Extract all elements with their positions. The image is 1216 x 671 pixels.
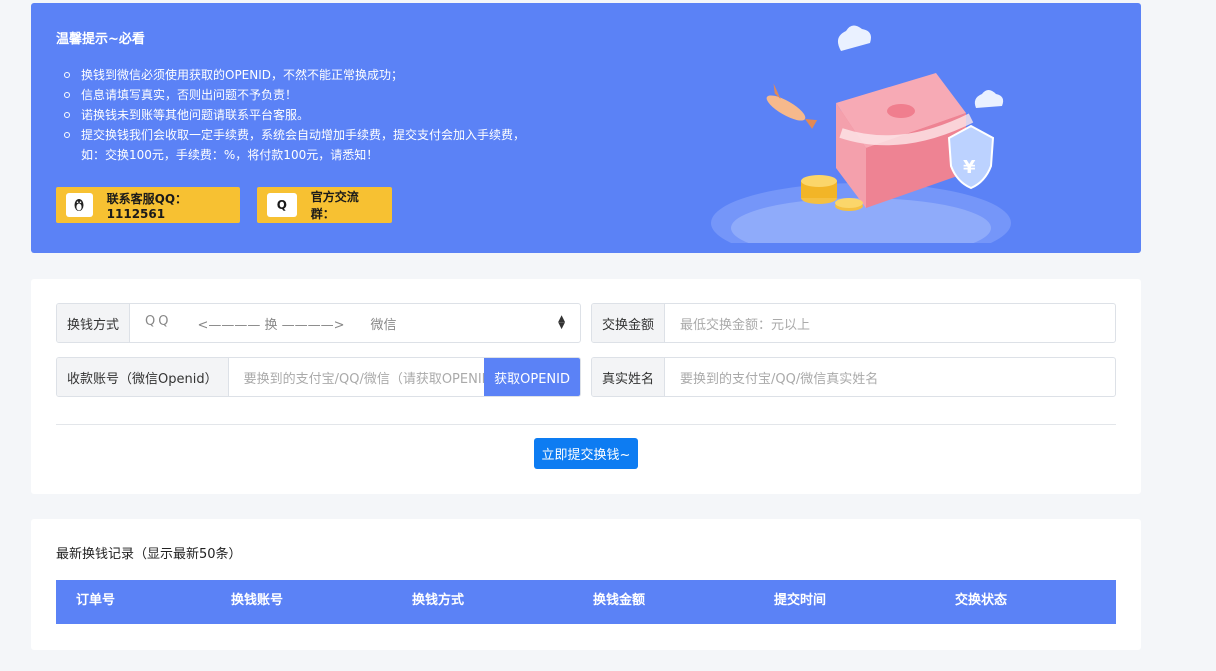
name-input[interactable]: 要换到的支付宝/QQ/微信真实姓名 xyxy=(665,358,1115,396)
records-title: 最新换钱记录（显示最新50条） xyxy=(56,547,242,562)
svg-text:¥: ¥ xyxy=(963,157,976,178)
column-header: 换钱账号 xyxy=(231,593,284,608)
account-field[interactable]: 收款账号（微信Openid） 要换到的支付宝/QQ/微信（请获取OPENID） … xyxy=(56,357,581,397)
group-icon: Q xyxy=(267,193,297,217)
notice-item-continued: 如：交换100元，手续费：%，将付款100元，请悉知！ xyxy=(81,148,379,162)
column-header: 订单号 xyxy=(76,593,116,608)
group-button[interactable]: Q 官方交流群： xyxy=(257,187,392,223)
notice-item: 诺换钱未到账等其他问题请联系平台客服。 xyxy=(56,105,596,125)
get-openid-button[interactable]: 获取OPENID xyxy=(484,358,580,396)
column-header: 交换状态 xyxy=(955,593,1008,608)
column-header: 提交时间 xyxy=(774,593,827,608)
money-illustration: ¥ xyxy=(711,25,1011,243)
account-input[interactable]: 要换到的支付宝/QQ/微信（请获取OPENID） xyxy=(229,358,485,396)
method-to: 微信 xyxy=(370,317,397,333)
notice-title: 温馨提示~必看 xyxy=(56,32,145,47)
contact-qq-button[interactable]: 联系客服QQ：1112561 xyxy=(56,187,240,223)
column-header: 换钱金额 xyxy=(593,593,646,608)
notice-item: 提交换钱我们会收取一定手续费，系统会自动增加手续费，提交支付会加入手续费， xyxy=(56,125,596,145)
submit-button[interactable]: 立即提交换钱~ xyxy=(534,438,638,469)
name-label: 真实姓名 xyxy=(592,358,666,396)
contact-qq-label: 联系客服QQ：1112561 xyxy=(106,191,188,221)
exchange-form-card: 换钱方式 QQ <———— 换 ————> 微信 ▲ ▼ 交换金额 最低交换金额：… xyxy=(31,279,1141,494)
notice-banner: 温馨提示~必看 换钱到微信必须使用获取的OPENID，不然不能正常换成功； 信息… xyxy=(31,3,1141,253)
records-card: 最新换钱记录（显示最新50条） 订单号 换钱账号 换钱方式 换钱金额 提交时间 … xyxy=(31,519,1141,650)
method-value[interactable]: QQ <———— 换 ————> 微信 ▲ ▼ xyxy=(130,304,580,342)
amount-input[interactable]: 最低交换金额：元以上 xyxy=(665,304,1115,342)
notice-list: 换钱到微信必须使用获取的OPENID，不然不能正常换成功； 信息请填写真实，否则… xyxy=(56,65,596,165)
select-arrows-icon: ▲ ▼ xyxy=(558,314,565,331)
divider xyxy=(56,424,1116,425)
column-header: 换钱方式 xyxy=(412,593,465,608)
amount-label: 交换金额 xyxy=(592,304,666,342)
method-label: 换钱方式 xyxy=(57,304,131,342)
penguin-icon xyxy=(66,193,93,217)
method-select[interactable]: 换钱方式 QQ <———— 换 ————> 微信 ▲ ▼ xyxy=(56,303,581,343)
amount-field[interactable]: 交换金额 最低交换金额：元以上 xyxy=(591,303,1116,343)
group-label: 官方交流群： xyxy=(310,190,359,221)
account-label: 收款账号（微信Openid） xyxy=(57,358,229,396)
name-field[interactable]: 真实姓名 要换到的支付宝/QQ/微信真实姓名 xyxy=(591,357,1116,397)
method-middle: <———— 换 ————> xyxy=(197,317,345,333)
notice-item: 换钱到微信必须使用获取的OPENID，不然不能正常换成功； xyxy=(56,65,596,85)
method-from: QQ xyxy=(145,313,172,329)
notice-item: 信息请填写真实，否则出问题不予负责！ xyxy=(56,85,596,105)
records-table-header: 订单号 换钱账号 换钱方式 换钱金额 提交时间 交换状态 xyxy=(56,580,1116,624)
